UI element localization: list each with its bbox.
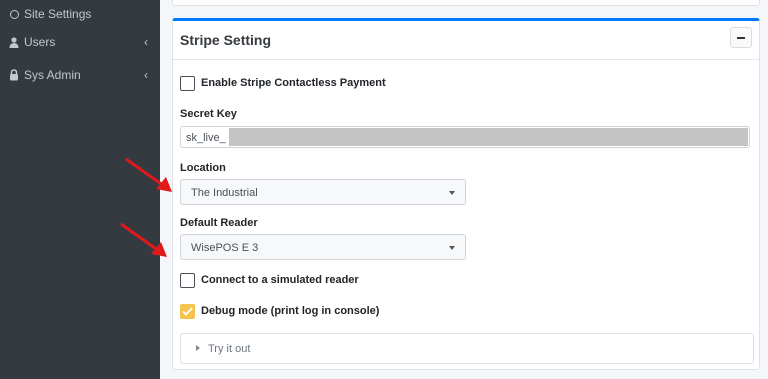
- debug-mode-checkbox[interactable]: [180, 303, 195, 319]
- redaction-mask: [229, 128, 748, 146]
- default-reader-label: Default Reader: [180, 217, 258, 229]
- caret-right-icon: [196, 345, 200, 351]
- circle-icon: [8, 8, 20, 20]
- minus-icon: [737, 36, 745, 39]
- debug-mode-label: Debug mode (print log in console): [201, 305, 380, 317]
- enable-contactless-checkbox[interactable]: [180, 75, 195, 91]
- annotation-arrow-reader: [120, 222, 167, 257]
- sidebar-item-label: Site Settings: [24, 7, 92, 21]
- secret-key-label: Secret Key: [180, 108, 237, 120]
- try-it-out-toggle[interactable]: Try it out: [180, 333, 754, 364]
- simulated-reader-label: Connect to a simulated reader: [201, 274, 359, 286]
- annotation-arrow-location: [125, 157, 172, 192]
- enable-contactless-label: Enable Stripe Contactless Payment: [201, 77, 386, 89]
- card-title: Stripe Setting: [180, 32, 272, 48]
- location-label: Location: [180, 162, 226, 174]
- simulated-reader-row[interactable]: Connect to a simulated reader: [180, 271, 359, 289]
- secret-key-value: sk_live_: [186, 132, 226, 144]
- stripe-setting-card: Stripe Setting Enable Stripe Contactless…: [172, 18, 760, 370]
- enable-contactless-row[interactable]: Enable Stripe Contactless Payment: [180, 74, 386, 92]
- sidebar-item-users[interactable]: Users ‹: [0, 29, 160, 55]
- previous-card: [172, 0, 760, 6]
- default-reader-selected-value: WisePOS E 3: [191, 242, 259, 254]
- sidebar-item-label: Users: [24, 35, 56, 49]
- chevron-left-icon: ‹: [144, 68, 148, 82]
- secret-key-input[interactable]: sk_live_: [180, 126, 750, 148]
- sidebar-item-sys-admin[interactable]: Sys Admin ‹: [0, 62, 160, 88]
- simulated-reader-checkbox[interactable]: [180, 272, 195, 288]
- card-header: Stripe Setting: [173, 21, 759, 60]
- sidebar-item-label: Sys Admin: [24, 68, 81, 82]
- checkmark-icon: [182, 306, 193, 316]
- collapse-button[interactable]: [730, 27, 752, 48]
- location-select[interactable]: The Industrial: [180, 179, 466, 205]
- caret-down-icon: [449, 191, 455, 195]
- default-reader-select[interactable]: WisePOS E 3: [180, 234, 466, 260]
- location-selected-value: The Industrial: [191, 187, 258, 199]
- chevron-left-icon: ‹: [144, 35, 148, 49]
- try-it-out-label: Try it out: [208, 343, 251, 355]
- lock-icon: [8, 69, 20, 81]
- user-icon: [8, 36, 20, 48]
- sidebar-item-site-settings[interactable]: Site Settings: [0, 1, 160, 27]
- caret-down-icon: [449, 246, 455, 250]
- debug-mode-row[interactable]: Debug mode (print log in console): [180, 302, 379, 320]
